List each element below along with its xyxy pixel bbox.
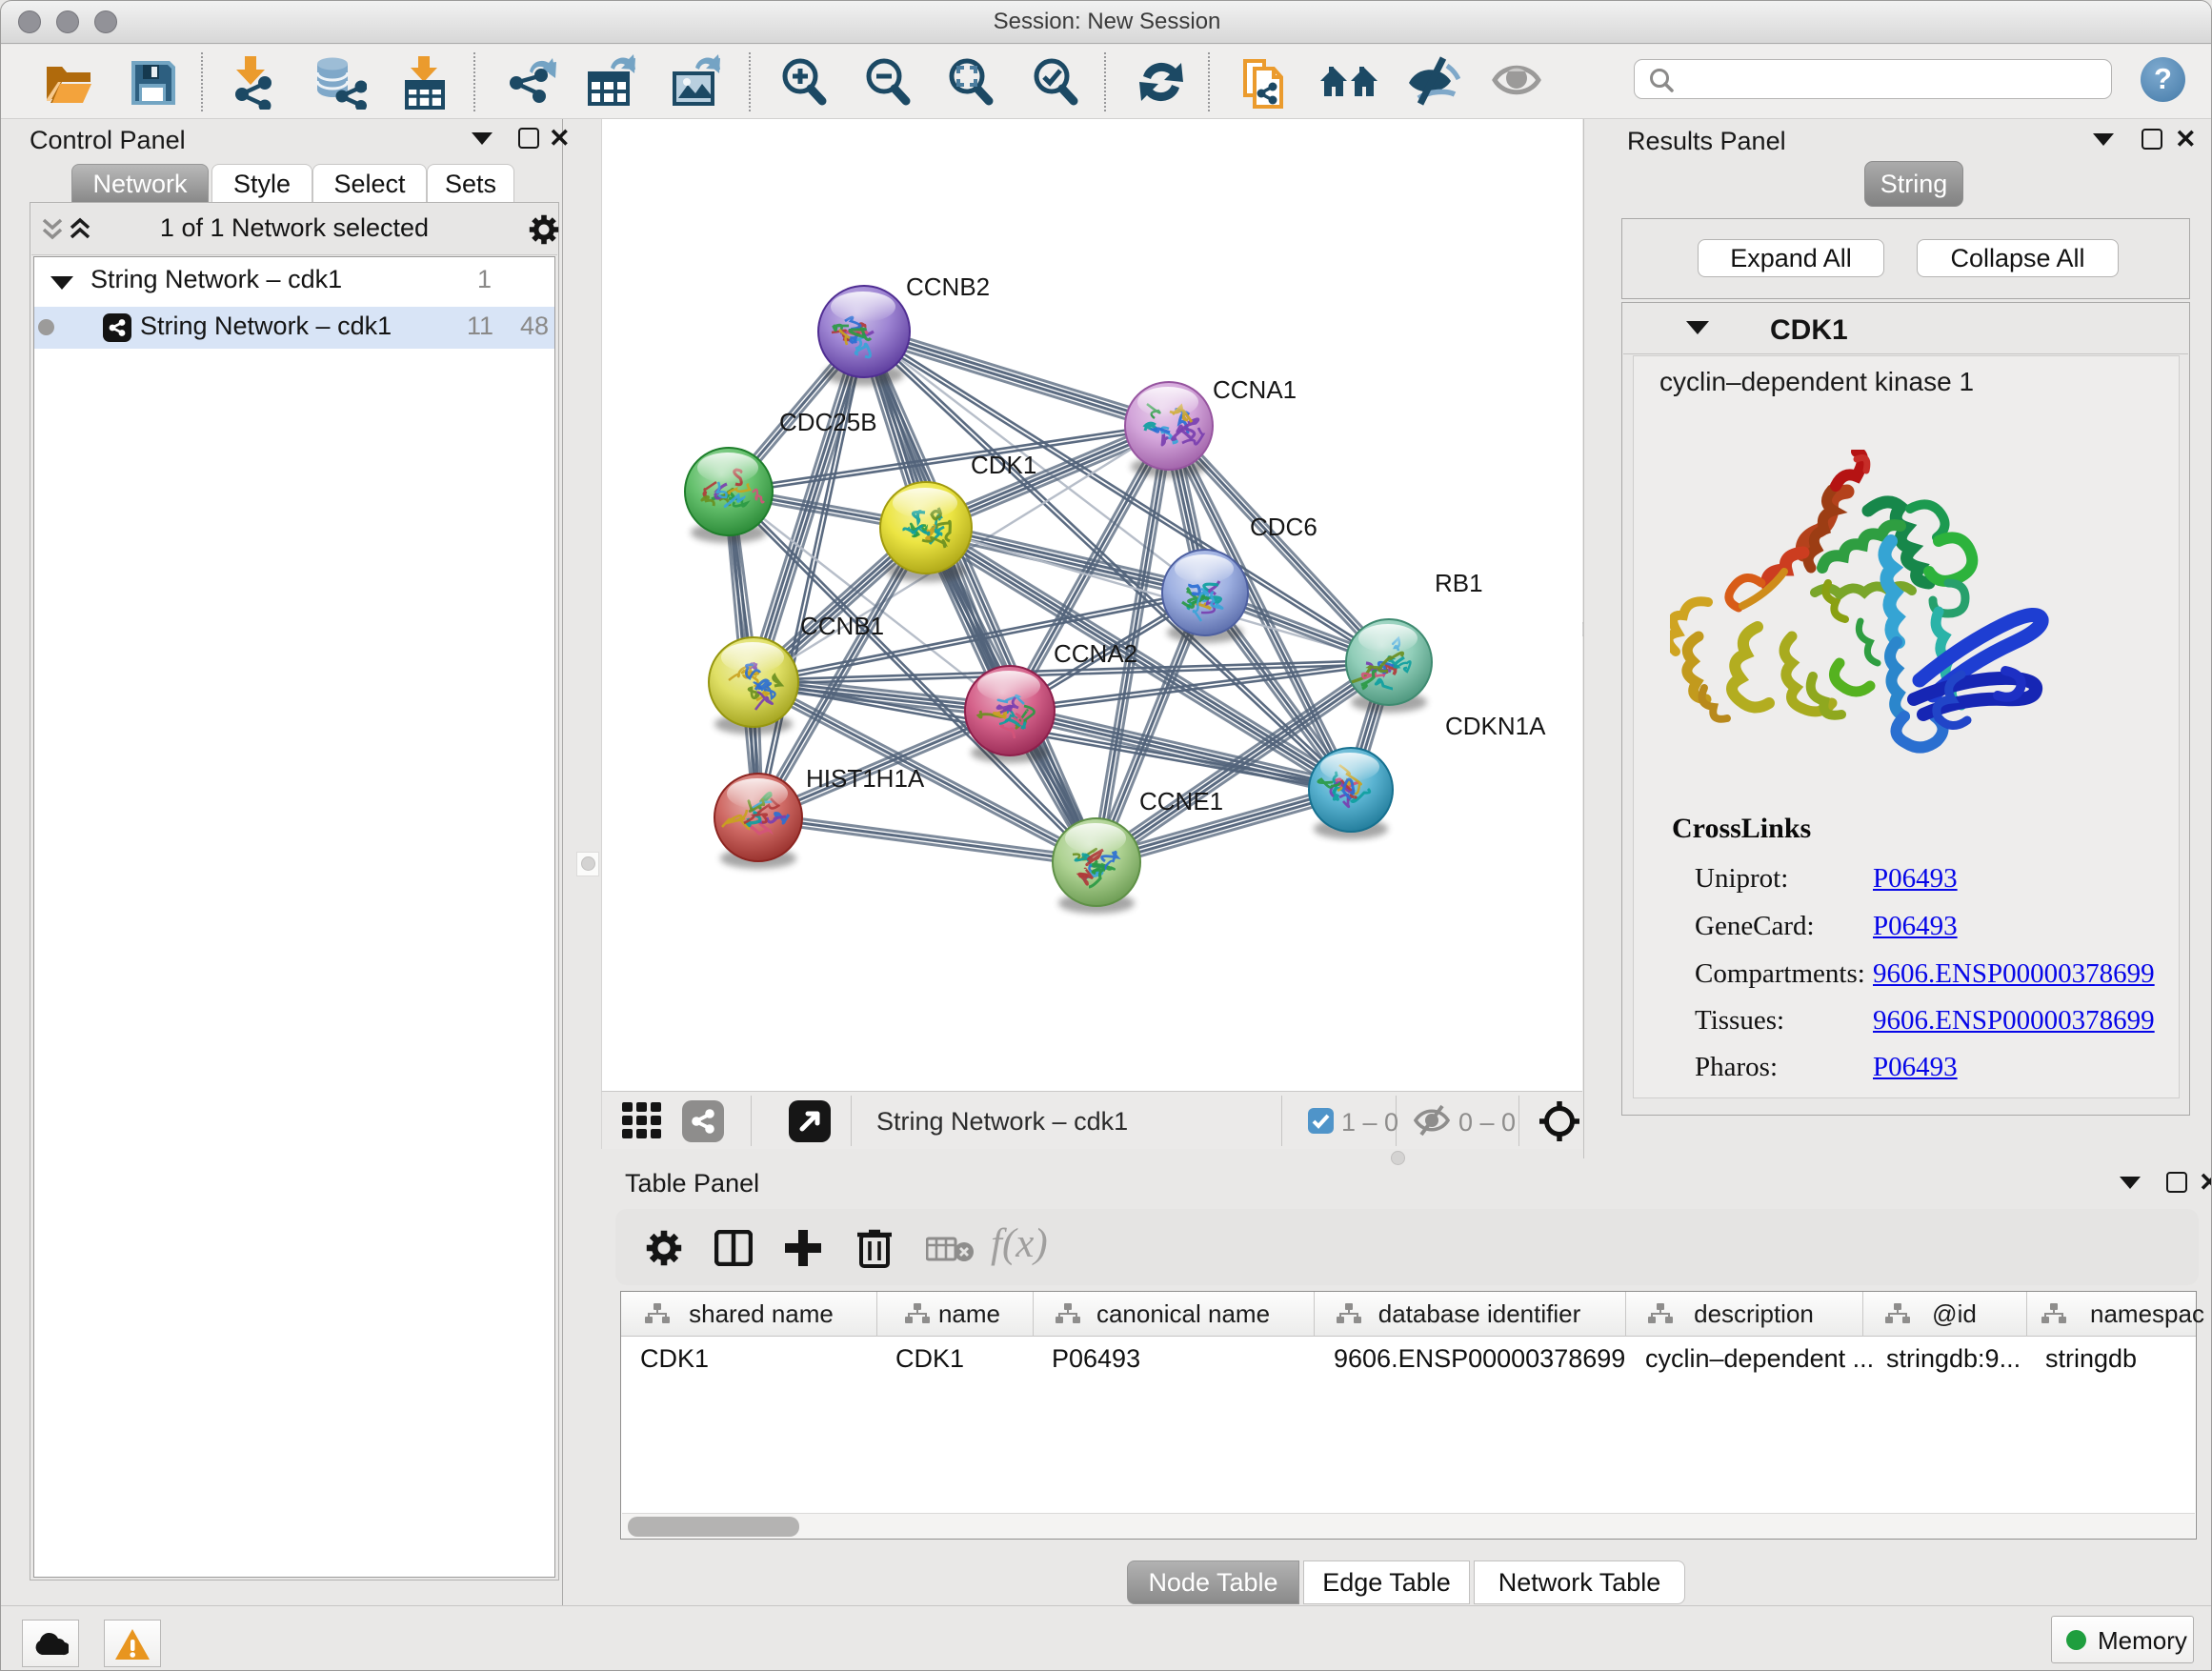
svg-text:CCNA2: CCNA2: [1054, 639, 1137, 668]
svg-text:CCNE1: CCNE1: [1139, 787, 1223, 815]
svg-text:CCNA1: CCNA1: [1213, 375, 1297, 404]
svg-text:HIST1H1A: HIST1H1A: [806, 764, 925, 793]
svg-text:CDC25B: CDC25B: [779, 408, 877, 436]
svg-text:CCNB2: CCNB2: [906, 272, 990, 301]
svg-text:RB1: RB1: [1435, 569, 1483, 597]
svg-text:CCNB1: CCNB1: [800, 612, 884, 640]
svg-text:CDK1: CDK1: [971, 451, 1036, 479]
svg-text:CDKN1A: CDKN1A: [1445, 712, 1546, 740]
svg-text:CDC6: CDC6: [1250, 513, 1317, 541]
